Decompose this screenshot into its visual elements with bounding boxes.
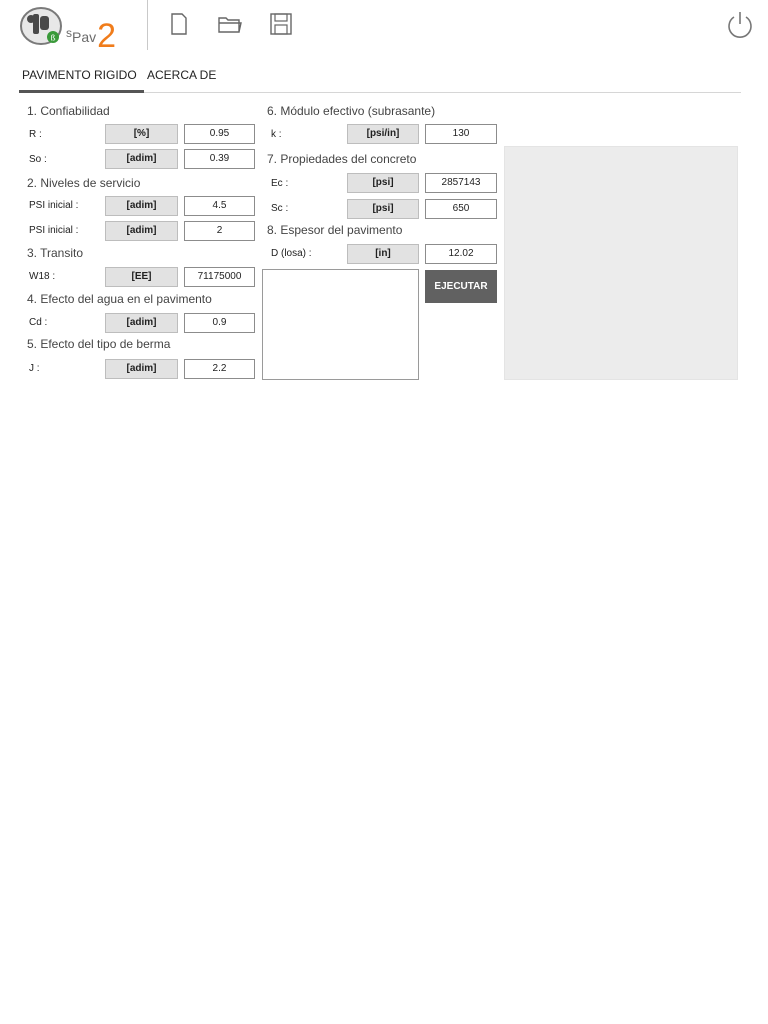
preview-panel bbox=[504, 146, 738, 380]
unit-k: [psi/in] bbox=[347, 124, 419, 144]
unit-ec: [psi] bbox=[347, 173, 419, 193]
execute-button[interactable]: EJECUTAR bbox=[425, 270, 497, 303]
unit-psi-inicial: [adim] bbox=[105, 196, 178, 216]
section-confiabilidad: 1. Confiabilidad bbox=[27, 104, 110, 118]
section-transito: 3. Transito bbox=[27, 246, 84, 260]
label-psi-inicial: PSI inicial : bbox=[29, 200, 79, 211]
section-tipo-berma: 5. Efecto del tipo de berma bbox=[27, 337, 171, 351]
unit-so: [adim] bbox=[105, 149, 178, 169]
app-logo-icon: ß bbox=[20, 6, 64, 46]
label-k: k : bbox=[271, 129, 282, 140]
open-folder-icon[interactable] bbox=[217, 11, 243, 37]
svg-text:ß: ß bbox=[50, 34, 55, 43]
label-sc: Sc : bbox=[271, 203, 289, 214]
input-j[interactable]: 2.2 bbox=[184, 359, 255, 379]
section-efecto-agua: 4. Efecto del agua en el pavimento bbox=[27, 292, 212, 306]
unit-sc: [psi] bbox=[347, 199, 419, 219]
input-psi-inicial[interactable]: 4.5 bbox=[184, 196, 255, 216]
tab-pavimento-rigido[interactable]: PAVIMENTO RIGIDO bbox=[22, 68, 137, 82]
power-icon[interactable] bbox=[724, 9, 756, 41]
app-logo-text: sPav2 bbox=[66, 17, 117, 55]
input-so[interactable]: 0.39 bbox=[184, 149, 255, 169]
label-cd: Cd : bbox=[29, 317, 48, 328]
save-icon[interactable] bbox=[268, 11, 294, 37]
section-espesor-pavimento: 8. Espesor del pavimento bbox=[267, 223, 403, 237]
unit-w18: [EE] bbox=[105, 267, 178, 287]
label-so: So : bbox=[29, 154, 47, 165]
input-ec[interactable]: 2857143 bbox=[425, 173, 497, 193]
label-w18: W18 : bbox=[29, 271, 56, 282]
tab-acerca-de[interactable]: ACERCA DE bbox=[147, 68, 216, 82]
header-divider bbox=[147, 0, 148, 50]
input-cd[interactable]: 0.9 bbox=[184, 313, 255, 333]
unit-psi-final: [adim] bbox=[105, 221, 178, 241]
unit-r: [%] bbox=[105, 124, 178, 144]
output-d-losa: 12.02 bbox=[425, 244, 497, 264]
label-ec: Ec : bbox=[271, 178, 289, 189]
label-psi-final: PSI inicial : bbox=[29, 225, 79, 236]
input-psi-final[interactable]: 2 bbox=[184, 221, 255, 241]
label-r: R : bbox=[29, 129, 42, 140]
active-tab-indicator bbox=[19, 90, 144, 93]
input-k[interactable]: 130 bbox=[425, 124, 497, 144]
new-document-icon[interactable] bbox=[165, 11, 191, 37]
section-modulo-efectivo: 6. Módulo efectivo (subrasante) bbox=[267, 104, 436, 118]
input-r[interactable]: 0.95 bbox=[184, 124, 255, 144]
results-box bbox=[262, 269, 419, 380]
section-niveles-servicio: 2. Niveles de servicio bbox=[27, 176, 141, 190]
input-w18[interactable]: 71175000 bbox=[184, 267, 255, 287]
label-d-losa: D (losa) : bbox=[271, 248, 312, 259]
section-propiedades-concreto: 7. Propiedades del concreto bbox=[267, 152, 417, 166]
input-sc[interactable]: 650 bbox=[425, 199, 497, 219]
unit-cd: [adim] bbox=[105, 313, 178, 333]
label-j: J : bbox=[29, 363, 40, 374]
unit-d-losa: [in] bbox=[347, 244, 419, 264]
unit-j: [adim] bbox=[105, 359, 178, 379]
